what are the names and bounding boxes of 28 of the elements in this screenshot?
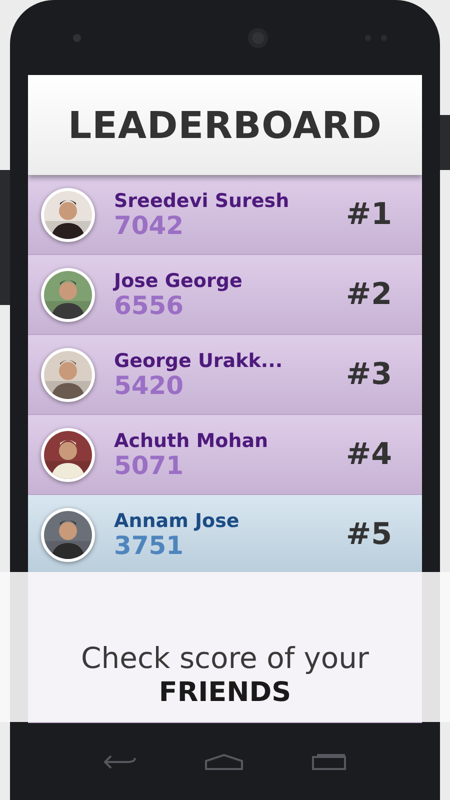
rank-label: #5 bbox=[346, 517, 392, 552]
player-score: 7042 bbox=[114, 212, 185, 240]
player-name: Jose George bbox=[114, 270, 244, 292]
recents-icon[interactable] bbox=[310, 752, 347, 770]
leaderboard-row[interactable]: George Urakk... 5420 #3 bbox=[28, 335, 422, 415]
player-name: George Urakk... bbox=[114, 350, 284, 372]
rank-label: #2 bbox=[346, 277, 392, 312]
caption-heading: FRIENDS bbox=[158, 677, 292, 708]
leaderboard-row[interactable]: Annam Jose 3751 #5 bbox=[28, 495, 422, 575]
player-score: 5420 bbox=[114, 372, 184, 400]
player-name: Achuth Mohan bbox=[114, 430, 270, 452]
player-score: 6556 bbox=[114, 292, 184, 320]
back-icon[interactable] bbox=[103, 754, 138, 770]
player-name: Sreedevi Suresh bbox=[114, 190, 290, 212]
player-score: 3751 bbox=[114, 532, 185, 560]
rank-label: #1 bbox=[346, 197, 392, 232]
camera-icon bbox=[72, 32, 82, 42]
leaderboard-row[interactable]: Sreedevi Suresh 7042 #1 bbox=[28, 175, 422, 255]
screen-title: LEADERBOARD bbox=[68, 104, 382, 146]
leaderboard-row[interactable]: Jose George 6556 #2 bbox=[28, 255, 422, 335]
player-score: 5071 bbox=[114, 452, 185, 480]
rank-label: #4 bbox=[346, 437, 392, 472]
rank-label: #3 bbox=[346, 357, 392, 392]
speaker-icon bbox=[247, 26, 269, 48]
caption-text: Check score of your bbox=[81, 641, 369, 675]
leaderboard-row[interactable]: Achuth Mohan 5071 #4 bbox=[28, 415, 422, 495]
home-icon[interactable] bbox=[204, 752, 244, 770]
player-name: Annam Jose bbox=[114, 510, 240, 532]
